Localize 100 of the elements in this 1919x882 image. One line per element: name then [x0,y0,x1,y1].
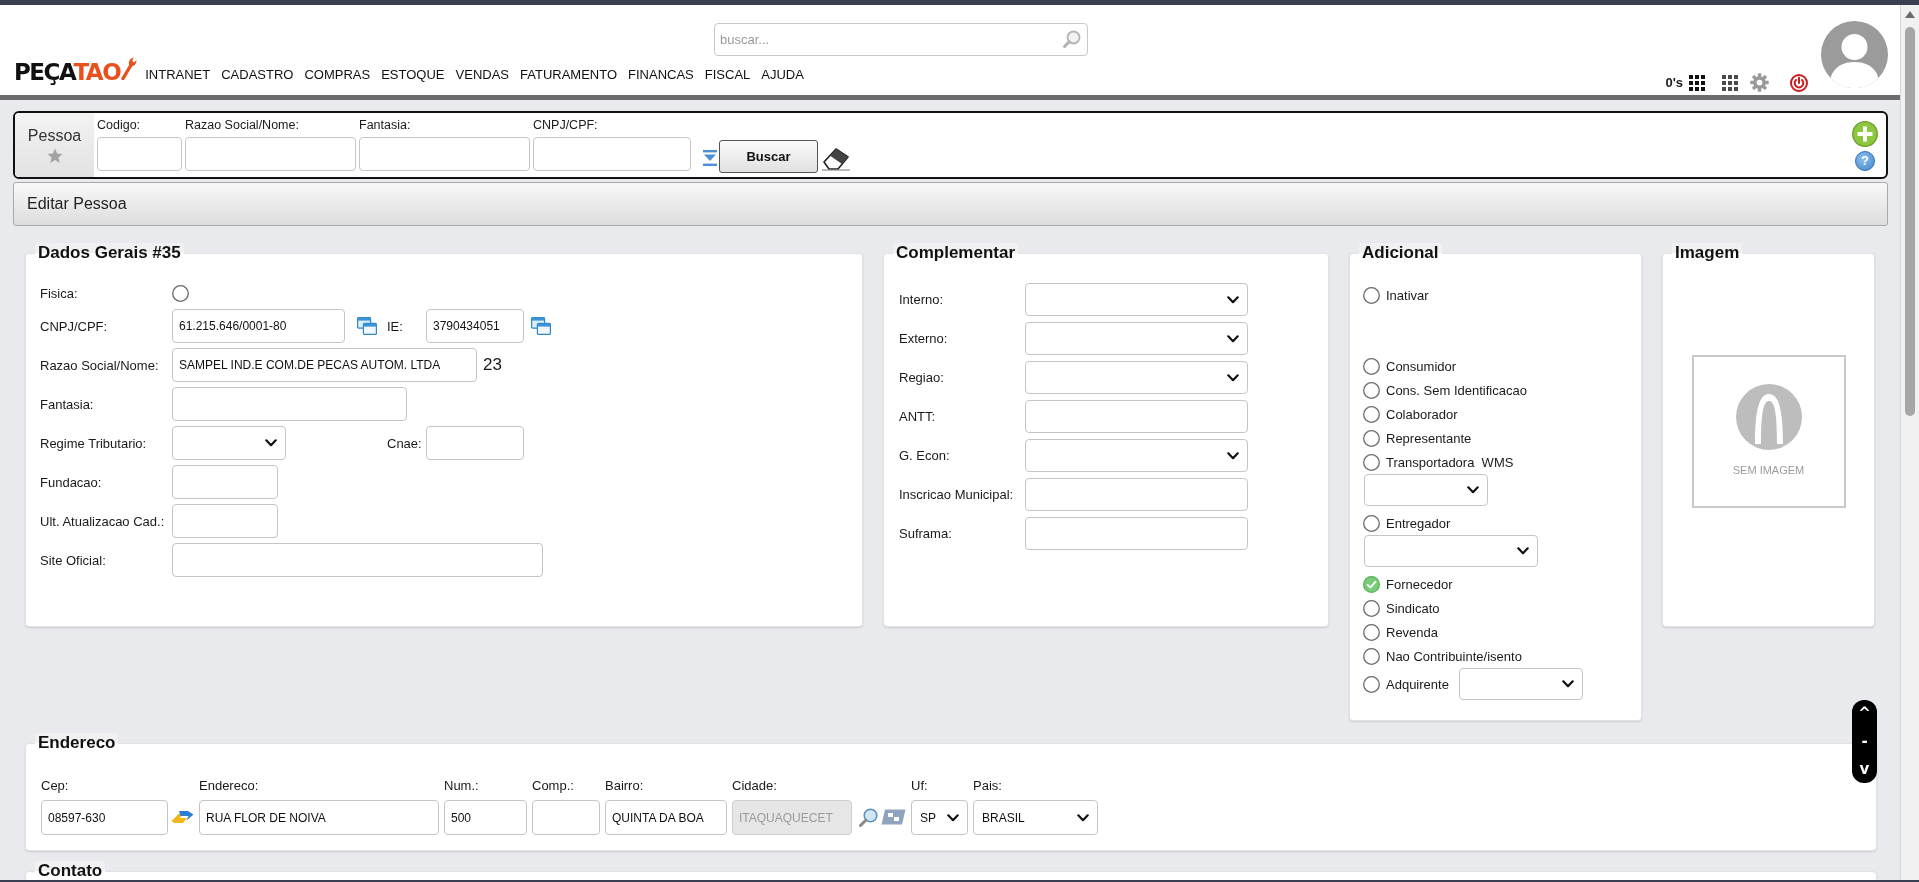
radio-button[interactable] [1363,381,1380,399]
windows-icon[interactable] [531,317,551,335]
expand-icon[interactable] [703,150,717,166]
input-field[interactable] [97,137,182,171]
nav-menu-item[interactable]: INTRANET [145,66,211,82]
field-label: Cnae: [387,435,423,451]
option-label: Nao Contribuinte/isento [1386,648,1522,664]
search-field[interactable]: buscar... [714,23,1088,56]
radio-button[interactable] [1363,453,1380,471]
input-field[interactable] [172,543,543,577]
logo[interactable]: PEÇATAO [14,58,121,86]
nav-menu-item[interactable]: FISCAL [704,66,751,82]
nav-menu-item[interactable]: ESTOQUE [381,66,445,82]
input-field[interactable]: 3790434051 [426,309,524,343]
field-label: Regiao: [899,370,945,385]
scroll-down-button[interactable]: v [1854,760,1875,778]
input-field[interactable]: 08597-630 [41,800,168,835]
radio-button[interactable] [1363,675,1380,693]
option-label: Transportadora WMS [1386,454,1514,470]
option-label: Adquirente [1386,676,1449,692]
chevron-down-icon [1517,547,1529,555]
field-label: Fantasia: [359,117,412,133]
field-label: CNPJ/CPF: [40,318,109,334]
field-label: Endereco: [199,778,260,794]
dropdown[interactable] [1025,322,1248,355]
input-field[interactable] [359,137,530,171]
radio-button[interactable] [172,284,189,302]
radio-button[interactable] [1363,647,1380,665]
character-count: 23 [483,355,502,375]
input-field[interactable] [532,800,600,835]
scroll-up-arrow-icon[interactable] [1905,11,1915,18]
input-field[interactable]: SAMPEL IND.E COM.DE PECAS AUTOM. LTDA [172,348,477,382]
dropdown[interactable] [1458,668,1583,700]
chevron-down-icon [1467,486,1479,494]
input-field[interactable] [172,504,278,538]
add-icon[interactable] [1852,121,1878,147]
power-icon[interactable] [1790,73,1808,92]
radio-button[interactable] [1363,405,1380,423]
field-label: Razao Social/Nome: [185,117,300,133]
input-field[interactable]: RUA FLOR DE NOIVA [199,800,439,835]
input-field[interactable]: 61.215.646/0001-80 [172,309,345,343]
nav-menu-item[interactable]: COMPRAS [304,66,371,82]
scroll-middle-button[interactable]: - [1854,732,1875,750]
placeholder-text: SEM IMAGEM [1732,464,1805,476]
search-button[interactable]: Buscar [719,140,818,173]
option-label: Consumidor [1386,358,1457,374]
chevron-down-icon [947,813,959,822]
nav-menu-item[interactable]: VENDAS [455,66,509,82]
dropdown[interactable] [1025,439,1248,472]
scrollbar-thumb[interactable] [1905,27,1915,416]
arrows-icon[interactable] [171,808,194,826]
input-field[interactable]: 500 [444,800,527,835]
field-label: Codigo: [97,117,142,133]
dropdown[interactable] [172,426,286,460]
search-icon[interactable] [859,808,878,827]
radio-button[interactable] [1363,286,1380,304]
chevron-down-icon [265,439,277,447]
grid-icon[interactable] [1689,74,1705,91]
input-field[interactable] [1025,400,1248,433]
input-field[interactable] [533,137,691,171]
nav-menu-item[interactable]: AJUDA [761,66,804,82]
input-field[interactable] [426,426,524,460]
eraser-icon[interactable] [821,145,851,171]
radio-button[interactable] [1363,623,1380,641]
radio-button[interactable] [1363,575,1380,593]
input-field[interactable] [185,137,356,171]
input-field[interactable]: QUINTA DA BOA [605,800,727,835]
input-field[interactable] [1025,517,1248,550]
search-icon[interactable] [1063,30,1081,48]
chevron-down-icon [1227,373,1239,382]
input-field[interactable] [172,387,407,421]
star-icon[interactable] [46,147,63,164]
radio-button[interactable] [1363,357,1380,375]
radio-button[interactable] [1363,514,1380,532]
dropdown[interactable]: SP [911,800,968,835]
field-label: Cidade: [732,778,778,794]
dropdown[interactable] [1025,283,1248,316]
dropdown[interactable] [1025,361,1248,394]
radio-button[interactable] [1363,599,1380,617]
grid-icon[interactable] [1722,74,1738,91]
option-label: Colaborador [1386,406,1458,422]
dropdown[interactable]: BRASIL [973,800,1098,835]
avatar-icon[interactable] [1821,21,1888,88]
section-title: Imagem [1672,243,1743,263]
nav-menu-item[interactable]: FATURAMENTO [520,66,618,82]
scrollbar[interactable] [1900,5,1919,882]
scroll-up-button[interactable]: ^ [1854,704,1875,722]
field-label: Interno: [899,292,945,307]
input-field[interactable] [172,465,278,499]
input-field[interactable] [1025,478,1248,511]
card-icon[interactable] [881,809,906,825]
windows-icon[interactable] [357,317,377,335]
nav-menu-item[interactable]: FINANCAS [628,66,694,82]
field-label: Inscricao Municipal: [899,487,1015,502]
settings-icon[interactable] [1750,73,1769,92]
radio-button[interactable] [1363,429,1380,447]
nav-menu-item[interactable]: CADASTRO [221,66,294,82]
counter-text[interactable]: 0's [1665,75,1683,90]
field-label: Num.: [444,778,480,794]
field-label: Uf: [911,778,929,794]
